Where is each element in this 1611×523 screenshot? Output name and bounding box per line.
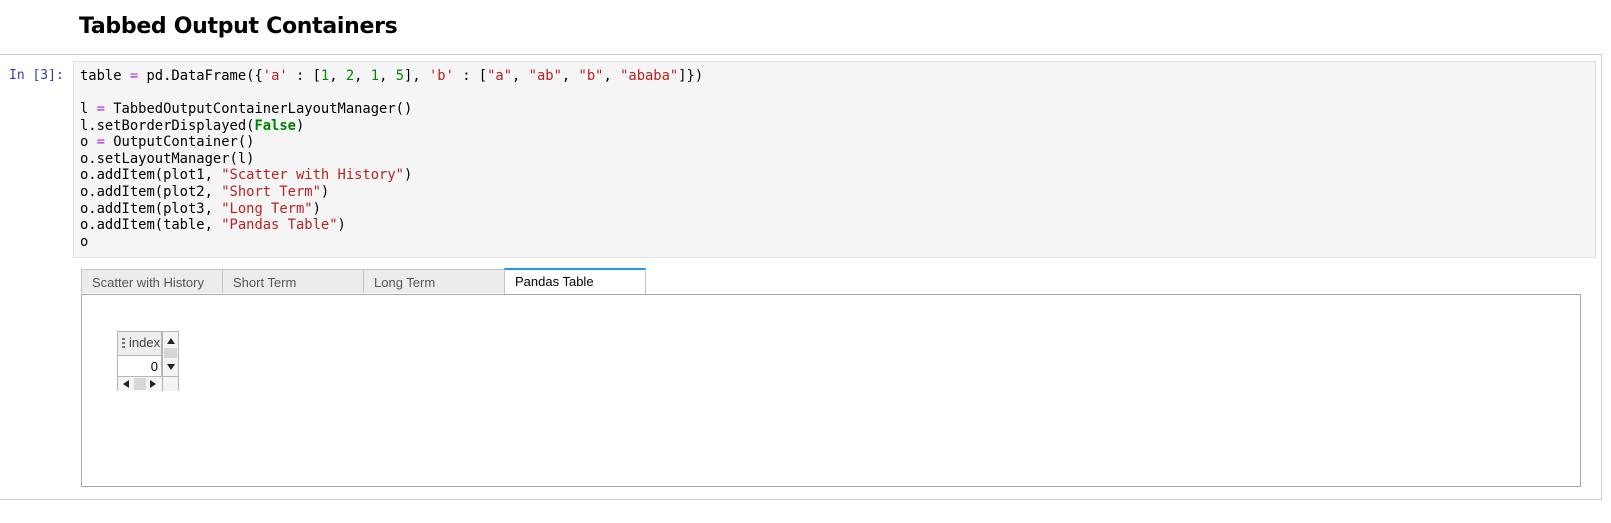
code-line-8: o.addItem(plot2, "Short Term") (80, 184, 329, 201)
code-line-10: o.addItem(table, "Pandas Table") (80, 217, 346, 234)
tab-label: Pandas Table (515, 274, 594, 289)
code-line-11-text: o (80, 234, 89, 250)
table-cell: 0 (118, 356, 162, 376)
code-line-7: o.addItem(plot1, "Scatter with History") (80, 167, 412, 184)
code-line-6: o.setLayoutManager(l) (80, 151, 254, 168)
code-line-1: table = pd.DataFrame({'a' : [1, 2, 1, 5]… (80, 68, 703, 85)
column-header-label: index (129, 335, 161, 350)
cell-prompt: In [3]: (9, 68, 64, 83)
code-line-11: o (80, 234, 88, 251)
code-editor[interactable]: table = pd.DataFrame({'a' : [1, 2, 1, 5]… (73, 61, 1596, 258)
tab-short-term[interactable]: Short Term (222, 269, 364, 293)
code-line-1-text: table = pd.DataFrame({'a' : [1, 2, 1, 5]… (80, 68, 704, 84)
tab-label: Short Term (233, 275, 297, 290)
code-line-9-text: o.addItem(plot3, "Long Term") (80, 201, 321, 217)
tab-scatter-with-history[interactable]: Scatter with History (81, 269, 223, 293)
vertical-scrollbar[interactable] (162, 332, 178, 376)
code-line-3-text: l = TabbedOutputContainerLayoutManager() (80, 101, 413, 117)
scroll-up-icon[interactable] (167, 338, 175, 344)
scroll-thumb[interactable] (134, 378, 146, 390)
code-line-3: l = TabbedOutputContainerLayoutManager() (80, 101, 412, 118)
horizontal-scrollbar[interactable] (118, 376, 162, 391)
code-line-6-text: o.setLayoutManager(l) (80, 151, 255, 167)
code-line-4-text: l.setBorderDisplayed(False) (80, 118, 305, 134)
section-heading: Tabbed Output Containers (79, 14, 398, 39)
code-line-7-text: o.addItem(plot1, "Scatter with History") (80, 167, 413, 183)
tab-label: Scatter with History (92, 275, 204, 290)
tab-label: Long Term (374, 275, 436, 290)
tab-long-term[interactable]: Long Term (363, 269, 505, 293)
code-line-8-text: o.addItem(plot2, "Short Term") (80, 184, 330, 200)
data-table[interactable]: index 0 (117, 331, 179, 391)
column-header-index[interactable]: index (118, 332, 162, 356)
tab-panel (81, 294, 1581, 487)
scroll-right-icon[interactable] (150, 380, 156, 388)
drag-handle-icon[interactable] (122, 338, 125, 350)
code-line-9: o.addItem(plot3, "Long Term") (80, 201, 321, 218)
tab-pandas-table[interactable]: Pandas Table (504, 268, 646, 294)
code-line-5: o = OutputContainer() (80, 134, 254, 151)
code-line-5-text: o = OutputContainer() (80, 134, 255, 150)
code-line-10-text: o.addItem(table, "Pandas Table") (80, 217, 346, 233)
scroll-down-icon[interactable] (167, 364, 175, 370)
scroll-thumb[interactable] (164, 348, 177, 358)
scroll-left-icon[interactable] (123, 380, 129, 388)
code-line-4: l.setBorderDisplayed(False) (80, 118, 304, 135)
scrollbar-corner (162, 376, 178, 391)
